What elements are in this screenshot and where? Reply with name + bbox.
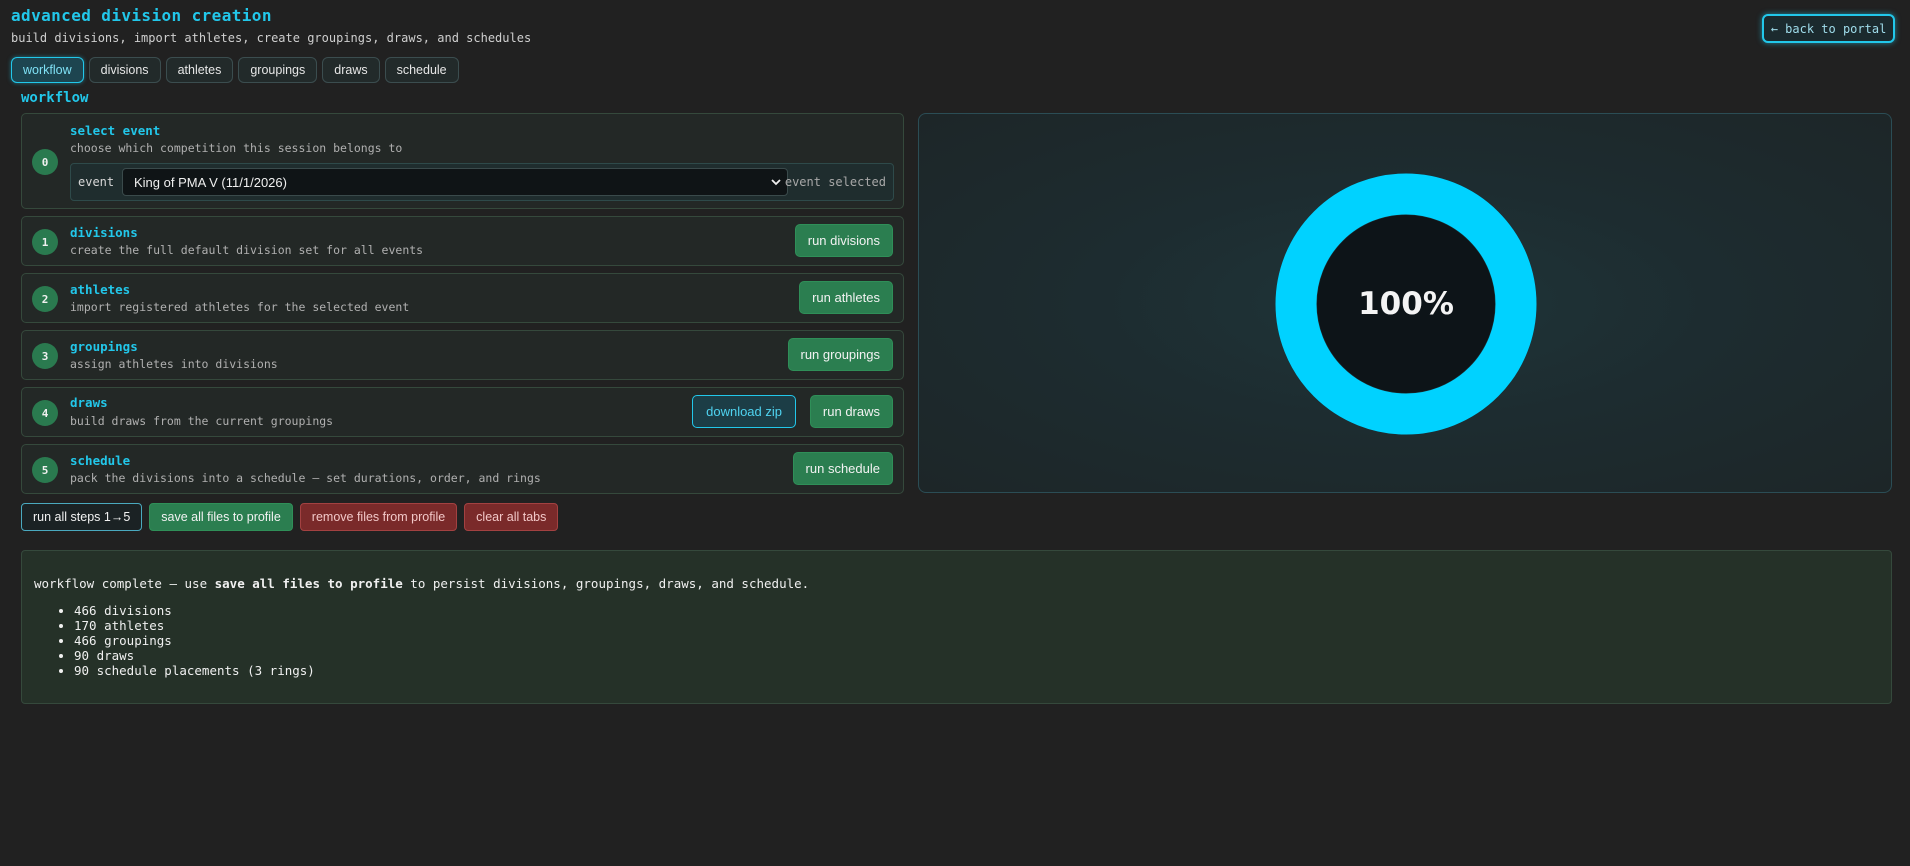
page-title: advanced division creation [11, 6, 272, 25]
step-title: schedule [70, 453, 131, 468]
event-select-value: King of PMA V (11/1/2026) [134, 174, 287, 190]
clear-all-tabs-button[interactable]: clear all tabs [464, 503, 559, 531]
tab-athletes[interactable]: athletes [165, 57, 234, 83]
back-to-portal-button[interactable]: ← back to portal [1762, 14, 1895, 43]
step-number: 4 [32, 400, 58, 426]
step-number: 2 [32, 286, 58, 312]
step-divisions: 1 divisions create the full default divi… [21, 216, 904, 266]
step-number: 0 [32, 149, 58, 175]
list-item: 466 groupings [74, 633, 1879, 648]
step-description: import registered athletes for the selec… [70, 300, 410, 314]
run-divisions-button[interactable]: run divisions [794, 224, 893, 257]
step-number: 5 [32, 457, 58, 483]
step-description: choose which competition this session be… [70, 141, 403, 155]
run-all-steps-button[interactable]: run all steps 1→5 [21, 503, 143, 531]
run-schedule-button[interactable]: run schedule [792, 452, 893, 485]
run-draws-button[interactable]: run draws [809, 395, 893, 428]
tab-schedule[interactable]: schedule [384, 57, 459, 83]
tab-divisions[interactable]: divisions [88, 57, 161, 83]
step-title: athletes [70, 282, 131, 297]
event-status: event selected [784, 175, 886, 189]
list-item: 90 schedule placements (3 rings) [74, 663, 1879, 678]
progress-percent: 100% [1358, 286, 1454, 322]
result-message-bold: save all files to profile [214, 576, 403, 591]
list-item: 466 divisions [74, 603, 1879, 618]
result-message-post: to persist divisions, groupings, draws, … [402, 576, 810, 591]
step-draws: 4 draws build draws from the current gro… [21, 387, 904, 437]
remove-files-button[interactable]: remove files from profile [299, 503, 458, 531]
run-athletes-button[interactable]: run athletes [799, 281, 893, 314]
result-list: 466 divisions 170 athletes 466 groupings… [34, 603, 1879, 678]
chevron-down-icon [771, 179, 781, 186]
tab-groupings[interactable]: groupings [238, 57, 318, 83]
step-description: create the full default division set for… [70, 243, 424, 257]
run-groupings-button[interactable]: run groupings [787, 338, 893, 371]
step-athletes: 2 athletes import registered athletes fo… [21, 273, 904, 323]
save-all-files-button[interactable]: save all files to profile [149, 503, 293, 531]
result-panel: workflow complete — use save all files t… [21, 550, 1892, 704]
page-subtitle: build divisions, import athletes, create… [11, 31, 532, 45]
list-item: 170 athletes [74, 618, 1879, 633]
page-header: advanced division creation build divisio… [11, 6, 531, 45]
tab-draws[interactable]: draws [322, 57, 380, 83]
event-select[interactable]: King of PMA V (11/1/2026) [122, 168, 788, 196]
workflow-actions: run all steps 1→5 save all files to prof… [21, 503, 559, 531]
result-message: workflow complete — use save all files t… [34, 576, 1879, 591]
progress-panel: 100% [918, 113, 1892, 493]
step-number: 3 [32, 343, 58, 369]
step-schedule: 5 schedule pack the divisions into a sch… [21, 444, 904, 494]
tab-bar: workflow divisions athletes groupings dr… [11, 57, 459, 83]
download-zip-button[interactable]: download zip [692, 395, 796, 428]
event-row: event King of PMA V (11/1/2026) event se… [70, 163, 894, 201]
step-title: divisions [70, 225, 138, 240]
step-title: select event [70, 123, 161, 138]
step-title: draws [70, 395, 108, 410]
event-label: event [78, 175, 115, 189]
list-item: 90 draws [74, 648, 1879, 663]
result-message-pre: workflow complete — use [34, 576, 215, 591]
step-description: pack the divisions into a schedule — set… [70, 471, 541, 485]
tab-workflow[interactable]: workflow [11, 57, 84, 83]
step-title: groupings [70, 339, 138, 354]
step-description: assign athletes into divisions [70, 357, 278, 371]
step-number: 1 [32, 229, 58, 255]
workflow-steps: 0 select event choose which competition … [21, 113, 904, 501]
step-description: build draws from the current groupings [70, 414, 334, 428]
section-title: workflow [21, 90, 89, 106]
step-groupings: 3 groupings assign athletes into divisio… [21, 330, 904, 380]
step-select-event: 0 select event choose which competition … [21, 113, 904, 209]
